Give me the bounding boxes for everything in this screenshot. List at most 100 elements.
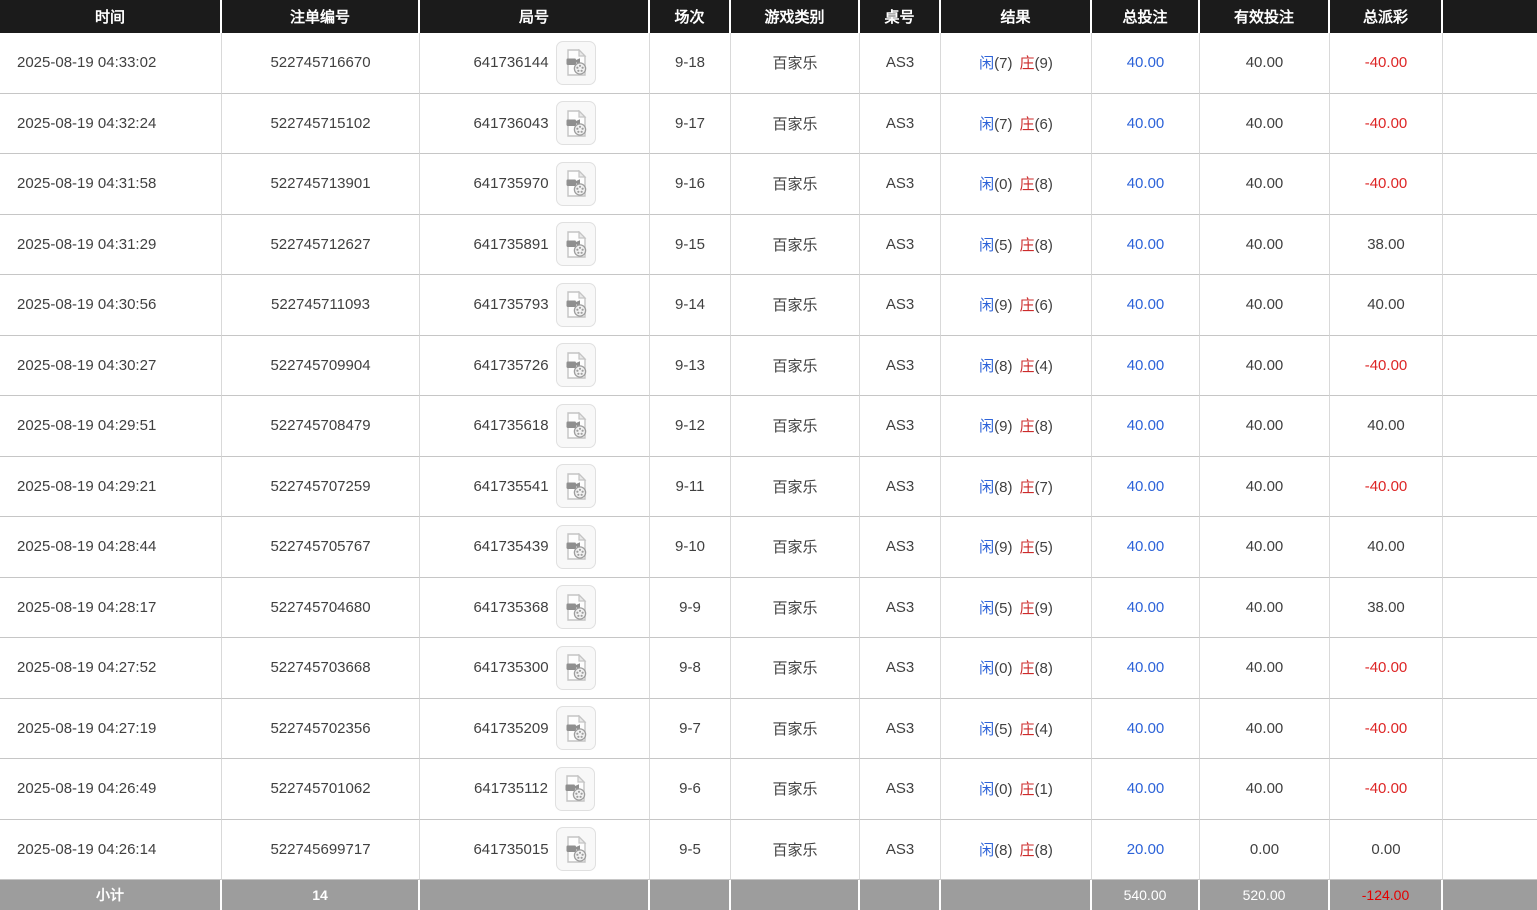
player-score: (0) [994,176,1012,193]
cell-extra [1443,517,1537,578]
cell-payout: 40.00 [1330,275,1443,336]
banker-score: (8) [1035,660,1053,677]
cell-total-bet: 40.00 [1092,457,1200,518]
cell-time: 2025-08-19 04:33:02 [0,33,222,94]
banker-score: (8) [1035,237,1053,254]
cell-round: 641735439 [420,517,650,578]
cell-valid-bet: 40.00 [1200,94,1330,155]
cell-time: 2025-08-19 04:30:56 [0,275,222,336]
subtotal-empty-result [941,880,1092,910]
cell-game-type: 百家乐 [731,638,860,699]
cell-payout: -40.00 [1330,699,1443,760]
player-score: (9) [994,418,1012,435]
cell-result: 闲(9) 庄(5) [941,517,1092,578]
cell-round: 641735541 [420,457,650,518]
video-replay-button[interactable] [556,525,596,569]
cell-extra [1443,699,1537,760]
result-player-group: 闲(9) [979,297,1012,314]
cell-round: 641735793 [420,275,650,336]
cell-time: 2025-08-19 04:28:17 [0,578,222,639]
cell-game-type: 百家乐 [731,699,860,760]
cell-result: 闲(8)庄(8) [941,820,1092,881]
cell-total-bet: 40.00 [1092,33,1200,94]
cell-result: 闲(5)庄(4) [941,699,1092,760]
cell-time: 2025-08-19 04:27:19 [0,699,222,760]
video-file-icon [564,291,588,318]
result-banker-group: 庄(5) [1020,539,1053,556]
cell-round: 641735209 [420,699,650,760]
video-replay-button[interactable] [556,404,596,448]
video-replay-button[interactable] [556,41,596,85]
result-banker-group: 庄(8) [1020,660,1053,677]
player-label: 闲 [979,358,994,375]
video-replay-button[interactable] [555,767,595,811]
cell-payout: 40.00 [1330,517,1443,578]
cell-bet-id: 522745707259 [222,457,420,518]
video-replay-button[interactable] [556,585,596,629]
round-number: 641735726 [473,357,548,374]
cell-total-bet: 40.00 [1092,517,1200,578]
cell-time: 2025-08-19 04:27:52 [0,638,222,699]
result-player-group: 闲(7) [979,55,1012,72]
cell-extra [1443,457,1537,518]
cell-extra [1443,33,1537,94]
banker-score: (6) [1035,297,1053,314]
table-row: 2025-08-19 04:30:27 522745709904 6417357… [0,336,1537,397]
table-row: 2025-08-19 04:27:19 522745702356 6417352… [0,699,1537,760]
cell-session: 9-9 [650,578,731,639]
video-file-icon [564,715,588,742]
banker-score: (8) [1035,842,1053,859]
video-replay-button[interactable] [556,827,596,871]
column-header: 游戏类别 [731,0,860,33]
cell-round: 641735891 [420,215,650,276]
cell-extra [1443,820,1537,881]
video-replay-button[interactable] [556,162,596,206]
table-row: 2025-08-19 04:27:52 522745703668 6417353… [0,638,1537,699]
player-label: 闲 [979,237,994,254]
banker-score: (5) [1035,539,1053,556]
cell-time: 2025-08-19 04:31:29 [0,215,222,276]
video-replay-button[interactable] [556,222,596,266]
result-banker-group: 庄(7) [1020,479,1053,496]
result-player-group: 闲(9) [979,539,1012,556]
cell-table-no: AS3 [860,759,941,820]
video-file-icon [564,412,588,439]
cell-session: 9-10 [650,517,731,578]
column-header: 注单编号 [222,0,420,33]
cell-bet-id: 522745699717 [222,820,420,881]
round-number: 641735793 [473,296,548,313]
video-file-icon [564,49,588,76]
column-header: 时间 [0,0,222,33]
result-banker-group: 庄(8) [1020,418,1053,435]
banker-label: 庄 [1020,539,1035,556]
result-banker-group: 庄(6) [1020,116,1053,133]
video-replay-button[interactable] [556,706,596,750]
player-score: (8) [994,479,1012,496]
player-label: 闲 [979,721,994,738]
round-group: 641735970 [473,162,595,206]
round-number: 641735015 [473,841,548,858]
player-label: 闲 [979,176,994,193]
cell-valid-bet: 40.00 [1200,759,1330,820]
cell-time: 2025-08-19 04:28:44 [0,517,222,578]
video-replay-button[interactable] [556,283,596,327]
video-replay-button[interactable] [556,343,596,387]
cell-bet-id: 522745711093 [222,275,420,336]
video-replay-button[interactable] [556,646,596,690]
player-label: 闲 [979,418,994,435]
player-score: (7) [994,55,1012,72]
video-replay-button[interactable] [556,464,596,508]
cell-session: 9-8 [650,638,731,699]
video-replay-button[interactable] [556,101,596,145]
cell-valid-bet: 40.00 [1200,396,1330,457]
player-label: 闲 [979,600,994,617]
result-banker-group: 庄(4) [1020,721,1053,738]
subtotal-empty-round [420,880,650,910]
round-group: 641735541 [473,464,595,508]
player-score: (7) [994,116,1012,133]
cell-bet-id: 522745705767 [222,517,420,578]
cell-total-bet: 40.00 [1092,396,1200,457]
table-row: 2025-08-19 04:28:17 522745704680 6417353… [0,578,1537,639]
banker-label: 庄 [1020,297,1035,314]
cell-payout: -40.00 [1330,154,1443,215]
